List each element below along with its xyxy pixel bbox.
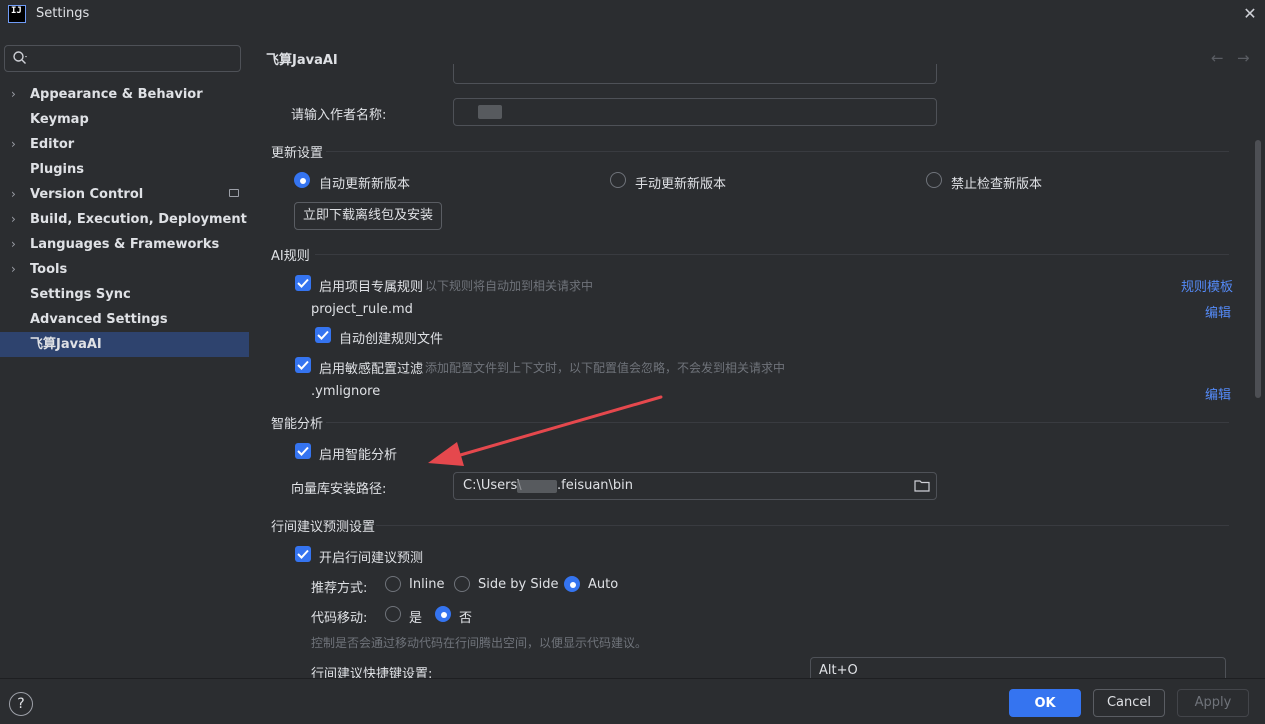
- mode-side-by-side-label: Side by Side: [478, 577, 559, 592]
- ok-button[interactable]: OK: [1009, 689, 1081, 717]
- window-title: Settings: [36, 6, 90, 21]
- sidebar-item-label: Editor: [30, 137, 75, 152]
- app-logo-icon: IJ: [8, 5, 26, 23]
- section-ai-rules: AI规则: [271, 249, 310, 264]
- shortcut-input[interactable]: [810, 657, 1226, 678]
- chevron-right-icon[interactable]: ›: [11, 257, 16, 282]
- auto-create-label: 自动创建规则文件: [339, 332, 444, 347]
- disable-update-label: 禁止检查新版本: [951, 177, 1043, 192]
- section-inline-prediction: 行间建议预测设置: [271, 520, 376, 535]
- sensitive-filter-hint: 添加配置文件到上下文时，以下配置值会忽略，不会发到相关请求中: [425, 361, 786, 375]
- radio-manual-update[interactable]: [610, 172, 626, 188]
- chevron-right-icon[interactable]: ›: [11, 232, 16, 257]
- cut-off-field[interactable]: [453, 64, 937, 84]
- sidebar-item[interactable]: Keymap: [0, 107, 249, 132]
- forward-arrow-icon[interactable]: →: [1237, 49, 1250, 67]
- move-hint: 控制是否会通过移动代码在行间腾出空间，以便显示代码建议。: [311, 636, 648, 650]
- sidebar-item[interactable]: Settings Sync: [0, 282, 249, 307]
- mode-inline-label: Inline: [409, 577, 445, 592]
- radio-move-no[interactable]: [435, 606, 451, 622]
- author-label: 请输入作者名称:: [291, 108, 387, 123]
- chevron-right-icon[interactable]: ›: [11, 182, 16, 207]
- sidebar-item[interactable]: › Tools: [0, 257, 249, 282]
- close-icon[interactable]: ✕: [1240, 4, 1260, 24]
- sidebar-item-label: Keymap: [30, 112, 89, 127]
- radio-mode-auto[interactable]: [564, 576, 580, 592]
- sidebar-item[interactable]: › Build, Execution, Deployment: [0, 207, 249, 232]
- page-title: 飞算JavaAI: [266, 53, 338, 68]
- redacted-username: [517, 480, 557, 493]
- project-rules-hint: 以下规则将自动加到相关请求中: [425, 279, 594, 293]
- sidebar-item-label: Plugins: [30, 162, 84, 177]
- checkbox-project-rules[interactable]: [295, 275, 311, 291]
- sidebar-item[interactable]: › Appearance & Behavior: [0, 82, 249, 107]
- sidebar-item-label: 飞算JavaAI: [30, 337, 102, 352]
- shortcut-value: Alt+O: [819, 663, 858, 678]
- section-update: 更新设置: [271, 146, 324, 161]
- project-rules-label: 启用项目专属规则: [319, 280, 424, 295]
- sidebar-item[interactable]: › Languages & Frameworks: [0, 232, 249, 257]
- scrollbar[interactable]: [1255, 140, 1261, 398]
- sidebar-item[interactable]: › Editor: [0, 132, 249, 157]
- download-offline-button[interactable]: 立即下载离线包及安装: [294, 202, 442, 230]
- radio-mode-side-by-side[interactable]: [454, 576, 470, 592]
- edit-ignore-file-link[interactable]: 编辑: [1205, 384, 1231, 403]
- radio-move-yes[interactable]: [385, 606, 401, 622]
- manual-update-label: 手动更新新版本: [635, 177, 727, 192]
- divider: [315, 254, 1229, 255]
- vector-path-label: 向量库安装路径:: [291, 482, 387, 497]
- title-bar: [0, 0, 1265, 30]
- checkbox-sensitive-filter[interactable]: [295, 357, 311, 373]
- annotation-arrow-icon: [428, 395, 663, 466]
- move-no-label: 否: [459, 611, 473, 626]
- author-input[interactable]: [453, 98, 937, 126]
- version-control-badge-icon: [229, 189, 239, 197]
- auto-update-label: 自动更新新版本: [319, 177, 411, 192]
- sidebar-item[interactable]: 飞算JavaAI: [0, 332, 249, 357]
- rule-file-name: project_rule.md: [311, 302, 413, 317]
- divider: [326, 151, 1229, 152]
- search-input[interactable]: [4, 45, 241, 72]
- rule-template-link[interactable]: 规则模板: [1181, 276, 1233, 295]
- move-label: 代码移动:: [311, 611, 368, 626]
- apply-button[interactable]: Apply: [1177, 689, 1249, 717]
- section-smart-analysis: 智能分析: [271, 417, 324, 432]
- edit-rule-file-link[interactable]: 编辑: [1205, 302, 1231, 321]
- chevron-right-icon[interactable]: ›: [11, 132, 16, 157]
- redacted-author-value: [478, 105, 502, 119]
- inline-prediction-label: 开启行间建议预测: [319, 551, 424, 566]
- mode-label: 推荐方式:: [311, 581, 368, 596]
- help-button[interactable]: ?: [9, 692, 33, 716]
- vector-path-suffix: .feisuan\bin: [557, 478, 634, 493]
- chevron-right-icon[interactable]: ›: [11, 82, 16, 107]
- move-yes-label: 是: [409, 611, 423, 626]
- sidebar-item-label: Appearance & Behavior: [30, 87, 203, 102]
- sidebar-item-label: Tools: [30, 262, 68, 277]
- sidebar-item[interactable]: Plugins: [0, 157, 249, 182]
- sidebar-item-label: Settings Sync: [30, 287, 131, 302]
- vector-path-prefix: C:\Users\: [463, 478, 522, 493]
- sidebar-item-label: Version Control: [30, 187, 144, 202]
- radio-mode-inline[interactable]: [385, 576, 401, 592]
- radio-auto-update[interactable]: [294, 172, 310, 188]
- checkbox-inline-prediction[interactable]: [295, 546, 311, 562]
- search-icon: [13, 51, 27, 64]
- divider: [376, 525, 1229, 526]
- ignore-file-name: .ymlignore: [311, 384, 381, 399]
- sensitive-filter-label: 启用敏感配置过滤: [319, 362, 424, 377]
- folder-icon[interactable]: [914, 479, 930, 492]
- cancel-button[interactable]: Cancel: [1093, 689, 1165, 717]
- checkbox-smart-analysis[interactable]: [295, 443, 311, 459]
- back-arrow-icon[interactable]: ←: [1211, 49, 1224, 67]
- sidebar-item-label: Build, Execution, Deployment: [30, 212, 247, 227]
- sidebar-item-label: Advanced Settings: [30, 312, 168, 327]
- smart-analysis-label: 启用智能分析: [319, 448, 398, 463]
- sidebar-item-label: Languages & Frameworks: [30, 237, 220, 252]
- mode-auto-label: Auto: [588, 577, 619, 592]
- radio-disable-update[interactable]: [926, 172, 942, 188]
- checkbox-auto-create[interactable]: [315, 327, 331, 343]
- sidebar-item[interactable]: Advanced Settings: [0, 307, 249, 332]
- chevron-right-icon[interactable]: ›: [11, 207, 16, 232]
- sidebar-item[interactable]: › Version Control: [0, 182, 249, 207]
